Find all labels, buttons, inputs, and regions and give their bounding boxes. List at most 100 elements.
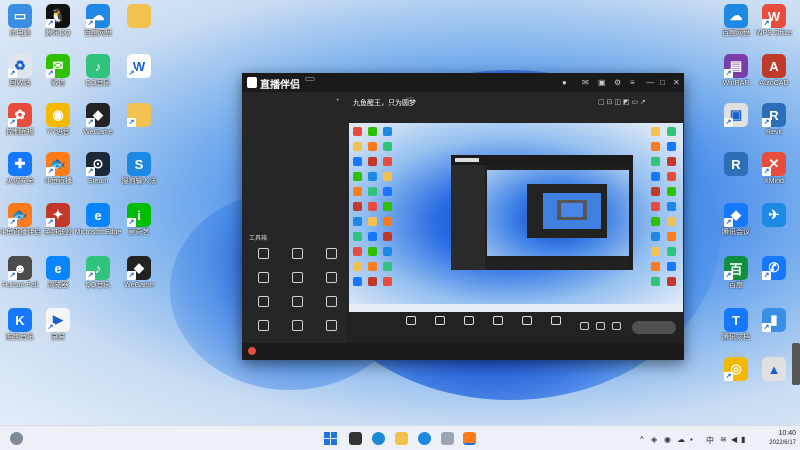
- shield-icon[interactable]: ◈: [651, 435, 657, 444]
- tool-button[interactable]: [248, 272, 278, 286]
- window-titlebar[interactable]: 直播伴侣 ● ✉ ▣ ⚙ ≡ — □ ✕: [242, 73, 684, 92]
- control-button[interactable]: [425, 316, 455, 328]
- preview-icon: [368, 232, 377, 241]
- control-icon: [435, 316, 445, 325]
- desktop-icon[interactable]: ▮ ↗: [746, 308, 800, 334]
- timer-icon[interactable]: [596, 322, 605, 330]
- desktop-icon[interactable]: A AutoCAD: [746, 54, 800, 88]
- app-icon: 百 ↗: [724, 256, 748, 280]
- desktop-icon[interactable]: ◆ ↗ WeGame: [111, 256, 167, 290]
- start-icon[interactable]: [324, 432, 337, 445]
- tool-button[interactable]: [282, 248, 312, 262]
- clock-date[interactable]: 2022/6/17: [748, 440, 796, 446]
- gift-icon[interactable]: ▣: [598, 78, 606, 87]
- avatar-icon[interactable]: ●: [562, 78, 567, 87]
- tool-button[interactable]: [316, 248, 346, 262]
- control-icon: [464, 316, 474, 325]
- desktop-icon[interactable]: W ↗ WPS Office: [746, 4, 800, 38]
- preview-icon: [353, 157, 362, 166]
- desktop-icon[interactable]: ✆ ↗: [746, 256, 800, 282]
- desktop-icon[interactable]: ▶ ↗ 录屏: [30, 308, 86, 342]
- app-icon: ↗: [127, 103, 151, 127]
- start-live-button[interactable]: [632, 321, 676, 334]
- browser-icon[interactable]: [418, 432, 431, 445]
- app-icon: W ↗: [127, 54, 151, 78]
- weather-icon[interactable]: [10, 432, 23, 445]
- tool-button[interactable]: [248, 320, 278, 334]
- tool-button[interactable]: [248, 248, 278, 262]
- app-icon: S: [127, 152, 151, 176]
- control-button[interactable]: [483, 316, 513, 328]
- desktop-icon[interactable]: i ↗ 爱奇艺: [111, 203, 167, 237]
- desktop-icon-label: WeGame: [124, 282, 154, 289]
- cloud-icon[interactable]: ☁: [677, 435, 685, 444]
- control-button[interactable]: [396, 316, 426, 328]
- preview-icon: [667, 187, 676, 196]
- control-button[interactable]: [541, 316, 571, 328]
- preview-icon: [368, 217, 377, 226]
- desktop-icon[interactable]: S 搜狗输入法: [111, 152, 167, 186]
- app-tray-icon[interactable]: ▪: [690, 435, 693, 444]
- shortcut-arrow-icon: ↗: [46, 19, 55, 28]
- show-hidden-icons[interactable]: ^: [640, 435, 644, 444]
- security-icon[interactable]: ◉: [664, 435, 671, 444]
- battery-icon[interactable]: ▮: [741, 435, 745, 444]
- version-pill[interactable]: [305, 77, 315, 81]
- shortcut-arrow-icon: ↗: [724, 69, 733, 78]
- desktop-icon[interactable]: ↗: [111, 103, 167, 129]
- mail-icon[interactable]: ✉: [582, 78, 589, 87]
- tool-button[interactable]: [282, 296, 312, 310]
- shortcut-arrow-icon: ↗: [127, 118, 136, 127]
- minimize-button[interactable]: —: [646, 78, 654, 87]
- desktop-icon-label: 录屏: [51, 334, 65, 341]
- shortcut-arrow-icon: ↗: [46, 167, 55, 176]
- preview-icon: [353, 187, 362, 196]
- app-icon[interactable]: [441, 432, 454, 445]
- edge-icon[interactable]: [372, 432, 385, 445]
- shortcut-arrow-icon: ↗: [8, 218, 17, 227]
- preview-icon: [667, 142, 676, 151]
- preview-icon: [368, 142, 377, 151]
- file-explorer-icon[interactable]: [395, 432, 408, 445]
- layout-icons[interactable]: ▢ ⊡ ◫ ◩ ▭ ↗: [598, 98, 646, 106]
- desktop-icon[interactable]: R ↗ Revit: [746, 103, 800, 137]
- close-button[interactable]: ✕: [673, 78, 680, 87]
- task-view-icon[interactable]: [349, 432, 362, 445]
- desktop-icon[interactable]: ✕ ↗ XMind: [746, 152, 800, 186]
- app-icon: e: [46, 256, 70, 280]
- nested-window-preview: [451, 155, 633, 270]
- stream-title[interactable]: 九鱼醒王，只为圆梦: [353, 98, 416, 108]
- control-button[interactable]: [454, 316, 484, 328]
- control-button[interactable]: [512, 316, 542, 328]
- screen-capture-preview[interactable]: [349, 123, 683, 312]
- maximize-button[interactable]: □: [660, 78, 665, 87]
- volume-slider[interactable]: [792, 343, 800, 385]
- desktop-icon[interactable]: W ↗: [111, 54, 167, 80]
- live-studio-window: 直播伴侣 ● ✉ ▣ ⚙ ≡ — □ ✕ + 工具箱 九鱼醒王，只为圆梦 ▢ ⊡…: [242, 73, 684, 360]
- app-icon: ☁: [724, 4, 748, 28]
- language-icon[interactable]: 中: [706, 435, 714, 446]
- tool-button[interactable]: [282, 320, 312, 334]
- tool-button[interactable]: [282, 272, 312, 286]
- clock-time[interactable]: 10:40: [752, 430, 796, 437]
- preview-icon: [651, 277, 660, 286]
- tool-button[interactable]: [316, 296, 346, 310]
- camera-icon[interactable]: [580, 322, 589, 330]
- edit-title-button[interactable]: [406, 97, 414, 99]
- settings-icon[interactable]: [612, 322, 621, 330]
- speaker-icon[interactable]: ◀: [731, 435, 737, 444]
- desktop-icon[interactable]: [111, 4, 167, 30]
- tool-button[interactable]: [248, 296, 278, 310]
- wifi-icon[interactable]: ≋: [720, 435, 727, 444]
- tool-button[interactable]: [316, 272, 346, 286]
- live-studio-taskbar-icon[interactable]: [463, 432, 476, 445]
- menu-icon[interactable]: ≡: [630, 78, 635, 87]
- sidebar: + 工具箱: [242, 92, 346, 343]
- preview-icon: [383, 127, 392, 136]
- app-icon: ✦ ↗: [46, 203, 70, 227]
- tool-button[interactable]: [316, 320, 346, 334]
- settings-icon[interactable]: ⚙: [614, 78, 621, 87]
- preview-icon: [383, 202, 392, 211]
- add-scene-icon[interactable]: +: [336, 98, 340, 104]
- desktop-icon[interactable]: ✈: [746, 203, 800, 229]
